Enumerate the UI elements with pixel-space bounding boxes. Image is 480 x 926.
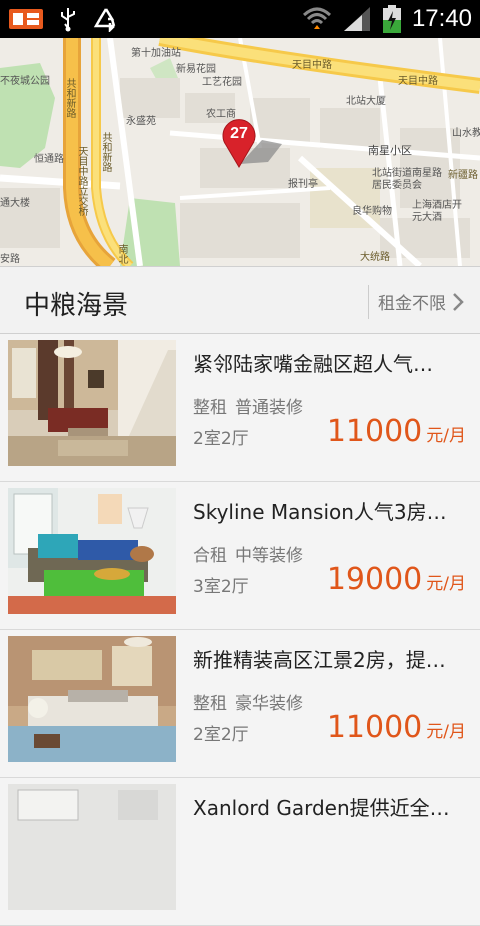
price-value: 11000 — [326, 710, 423, 745]
decoration-level: 中等装修 — [235, 546, 303, 566]
listing-tags: 整租 普通装修 — [193, 393, 303, 418]
listing-item[interactable]: Skyline Mansion人气3房… 合租 中等装修 3室2厅 19000 元… — [0, 482, 480, 630]
wifi-icon — [302, 7, 331, 29]
map-label: 第十加油站 — [131, 48, 181, 59]
rent-filter-label: 租金不限 — [378, 294, 446, 314]
usb-icon — [61, 8, 75, 32]
clock: 17:40 — [411, 5, 472, 32]
room-layout: 2室2厅 — [193, 429, 249, 449]
listing-price: 11000 元/月 — [327, 414, 466, 449]
map-label: 南北 — [116, 244, 127, 264]
listing-item[interactable]: 紧邻陆家嘴金融区超人气… 整租 普通装修 2室2厅 11000 元/月 — [0, 334, 480, 482]
map-view[interactable]: 第十加油站 新易花园 不夜城公园 工艺花园 天目中路 北站大厦 永盛苑 农工商 … — [0, 38, 480, 266]
map-marker[interactable]: 27 — [218, 117, 260, 169]
map-label: 工艺花园 — [202, 77, 242, 88]
signal-icon — [343, 7, 370, 31]
map-label: 共和新路 — [64, 78, 75, 118]
map-label: 安路 — [0, 254, 20, 265]
rent-type: 合租 — [193, 546, 227, 566]
price-unit: 元/月 — [426, 722, 466, 742]
listing-title: 新推精装高区江景2房，提… — [193, 648, 446, 672]
listing-photo — [8, 636, 176, 762]
battery-charging-icon — [382, 5, 401, 33]
listing-tags: 整租 豪华装修 — [193, 689, 303, 714]
map-label: 天目中路 — [398, 76, 438, 87]
room-layout: 3室2厅 — [193, 577, 249, 597]
map-label: 不夜城公园 — [0, 76, 50, 87]
listing-title: Xanlord Garden提供近全… — [193, 796, 450, 820]
listing-item[interactable]: Xanlord Garden提供近全… — [0, 778, 480, 926]
map-label: 天目中路立交桥 — [76, 146, 87, 216]
status-bar: 17:40 — [0, 0, 480, 38]
rent-filter-button[interactable]: 租金不限 — [378, 289, 464, 314]
map-label: 通大楼 — [0, 198, 30, 209]
map-marker-count: 27 — [230, 125, 248, 142]
listing-title: 紧邻陆家嘴金融区超人气… — [193, 352, 433, 376]
listing-list: 紧邻陆家嘴金融区超人气… 整租 普通装修 2室2厅 11000 元/月 Skyl… — [0, 334, 480, 926]
chevron-right-icon — [453, 292, 464, 311]
listing-photo — [8, 340, 176, 466]
price-value: 11000 — [326, 414, 423, 449]
listing-price: 19000 元/月 — [327, 562, 466, 597]
price-value: 19000 — [326, 562, 423, 597]
map-label: 北站街道南星路居民委员会 — [372, 168, 442, 191]
map-label: 天目中路 — [292, 60, 332, 71]
map-label: 报刊亭 — [288, 179, 318, 190]
list-header: 中粮海景 租金不限 — [0, 266, 480, 334]
map-label: 永盛苑 — [126, 116, 156, 127]
recycle-icon — [93, 8, 116, 32]
decoration-level: 豪华装修 — [235, 694, 303, 714]
map-label: 恒通路 — [34, 154, 64, 165]
map-label: 新疆路 — [448, 170, 478, 181]
listing-title: Skyline Mansion人气3房… — [193, 500, 447, 524]
listing-tags: 合租 中等装修 — [193, 541, 303, 566]
map-label: 大统路 — [360, 252, 390, 263]
map-label: 北站大厦 — [346, 96, 386, 107]
notification-app-icon — [9, 9, 43, 29]
page-title: 中粮海景 — [24, 291, 129, 321]
map-pin-icon: 27 — [222, 119, 256, 168]
rent-type: 整租 — [193, 694, 227, 714]
decoration-level: 普通装修 — [235, 398, 303, 418]
rent-type: 整租 — [193, 398, 227, 418]
price-unit: 元/月 — [426, 574, 466, 594]
map-label: 良华购物 — [352, 206, 392, 217]
room-layout: 2室2厅 — [193, 725, 249, 745]
map-label: 南星小区 — [368, 144, 412, 157]
listing-item[interactable]: 新推精装高区江景2房，提… 整租 豪华装修 2室2厅 11000 元/月 — [0, 630, 480, 778]
map-label: 共和新路 — [100, 132, 111, 172]
header-divider — [368, 285, 369, 319]
map-label: 山水教 — [452, 128, 480, 139]
map-label: 上海酒店开元大酒 — [412, 200, 462, 223]
listing-photo — [8, 784, 176, 910]
price-unit: 元/月 — [426, 426, 466, 446]
listing-photo — [8, 488, 176, 614]
listing-price: 11000 元/月 — [327, 710, 466, 745]
